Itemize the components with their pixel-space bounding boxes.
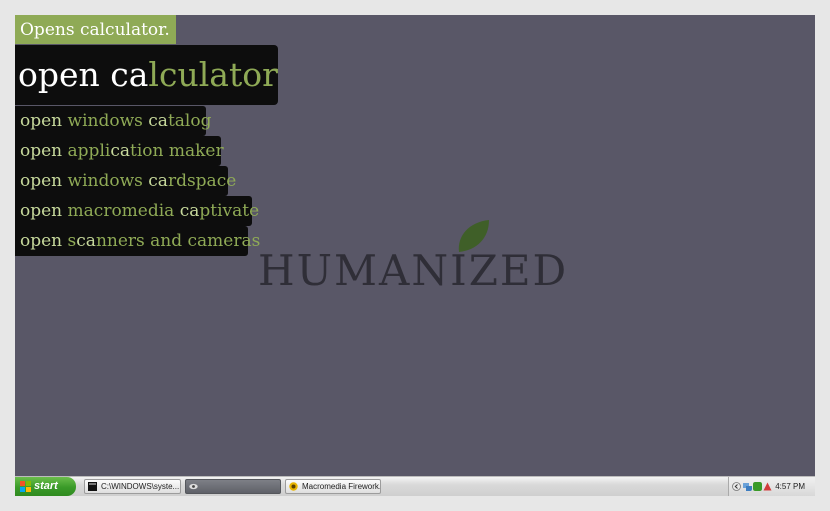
desktop: HUMANIZED Opens calculator. open calcula… (15, 15, 815, 476)
suggestion-word: macromedia (62, 201, 180, 221)
suggestion-word: rdspace (167, 171, 237, 191)
taskbar-item-command-prompt[interactable]: C:\WINDOWS\syste... (84, 479, 181, 494)
taskbar-item-active-window[interactable] (185, 479, 281, 494)
suggestion-match: ca (110, 141, 130, 161)
suggestion-open-scanners-and-cameras[interactable]: open scanners and cameras (15, 226, 260, 256)
suggestion-word: tion maker (129, 141, 224, 161)
suggestion-word: open (20, 231, 63, 251)
suggestion-word: open (20, 111, 63, 131)
taskbar: start C:\WINDOWS\syste... Macromedia Fir… (15, 476, 815, 496)
taskbar-item-fireworks[interactable]: Macromedia Firework... (285, 479, 381, 494)
task-label: Macromedia Firework... (302, 482, 381, 491)
suggestion-open-application-maker[interactable]: open application maker (15, 136, 224, 166)
bottom-frame (0, 496, 830, 511)
suggestion-word: open (20, 201, 63, 221)
suggestion-match: ca (148, 171, 168, 191)
start-label: start (34, 480, 58, 492)
suggestion-word: ptivate (199, 201, 260, 221)
suggestion-word: open (20, 141, 63, 161)
suggestion-word: nners and cameras (95, 231, 261, 251)
suggestion-open-windows-cardspace[interactable]: open windows cardspace (15, 166, 236, 196)
main-command-input[interactable]: open calculator (15, 45, 278, 105)
console-icon (88, 482, 97, 491)
system-tray: 4:57 PM (728, 477, 815, 496)
typed-text: open ca (18, 55, 149, 94)
suggestion-match: ca (179, 201, 200, 221)
suggestion-word: appli (62, 141, 111, 161)
suggestion-open-windows-catalog[interactable]: open windows catalog (15, 106, 211, 136)
clock[interactable]: 4:57 PM (775, 477, 805, 496)
alert-icon[interactable] (763, 482, 772, 491)
autocomplete-text: lculator (148, 55, 278, 94)
command-description: Opens calculator. (15, 15, 176, 44)
chevron-left-icon[interactable] (732, 482, 741, 491)
suggestion-word: s (62, 231, 77, 251)
suggestion-word: windows (62, 111, 149, 131)
suggestion-match: ca (76, 231, 96, 251)
suggestion-match: ca (148, 111, 168, 131)
task-label: C:\WINDOWS\syste... (101, 482, 180, 491)
suggestion-word: open (20, 171, 63, 191)
windows-flag-icon (20, 481, 31, 492)
security-icon[interactable] (753, 482, 762, 491)
fireworks-icon (289, 482, 298, 491)
eye-icon (189, 483, 198, 490)
suggestion-open-macromedia-captivate[interactable]: open macromedia captivate (15, 196, 259, 226)
humanized-logo: HUMANIZED (258, 246, 569, 295)
suggestion-word: talog (167, 111, 212, 131)
start-button[interactable]: start (15, 477, 76, 496)
suggestion-word: windows (62, 171, 149, 191)
network-icon[interactable] (743, 482, 752, 491)
